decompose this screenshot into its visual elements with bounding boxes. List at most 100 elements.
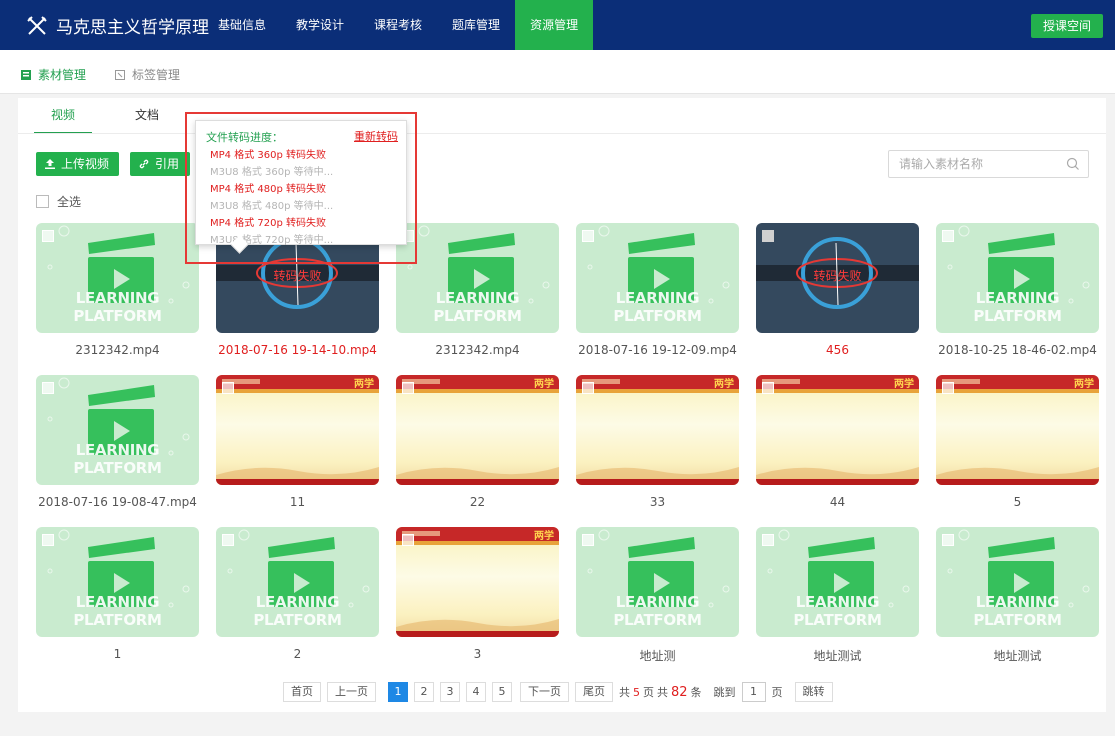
material-name[interactable]: 地址测试 [936, 647, 1099, 664]
material-name[interactable]: 1 [36, 647, 199, 661]
page-button[interactable]: 1 [388, 682, 408, 702]
material-thumbnail[interactable]: LEARNING PLATFORM [756, 527, 919, 637]
select-all[interactable]: 全选 [36, 193, 81, 210]
search-input[interactable] [889, 151, 1066, 177]
page-button[interactable]: 4 [466, 682, 486, 702]
material-thumbnail[interactable]: LEARNING PLATFORM [396, 223, 559, 333]
material-thumbnail[interactable]: 两学 [216, 375, 379, 485]
material-card[interactable]: LEARNING PLATFORM 2312342.mp4 [36, 223, 199, 357]
next-page-button[interactable]: 下一页 [520, 682, 569, 702]
card-checkbox[interactable] [762, 534, 774, 546]
material-thumbnail[interactable]: LEARNING PLATFORM [216, 527, 379, 637]
material-card[interactable]: LEARNING PLATFORM 2018-07-16 19-12-09.mp4 [576, 223, 739, 357]
material-name[interactable]: 2312342.mp4 [396, 343, 559, 357]
material-thumbnail[interactable]: 两学 [936, 375, 1099, 485]
retranscode-link[interactable]: 重新转码 [354, 128, 398, 144]
material-name[interactable]: 2 [216, 647, 379, 661]
reference-button[interactable]: 引用 [130, 152, 190, 176]
material-thumbnail[interactable]: LEARNING PLATFORM [936, 223, 1099, 333]
material-name[interactable]: 456 [756, 343, 919, 357]
card-checkbox[interactable] [762, 230, 774, 242]
material-name[interactable]: 33 [576, 495, 739, 509]
tab-document[interactable]: 文档 [118, 98, 176, 134]
material-thumbnail[interactable]: 两学 [396, 375, 559, 485]
tab-video[interactable]: 视频 [34, 98, 92, 134]
material-name[interactable]: 地址测 [576, 647, 739, 664]
material-name[interactable]: 5 [936, 495, 1099, 509]
material-name[interactable]: 2018-07-16 19-08-47.mp4 [36, 495, 199, 509]
jump-button[interactable]: 跳转 [794, 682, 833, 702]
card-checkbox[interactable] [582, 382, 594, 394]
material-name[interactable]: 2312342.mp4 [36, 343, 199, 357]
material-name[interactable]: 2018-10-25 18-46-02.mp4 [936, 343, 1099, 357]
first-page-button[interactable]: 首页 [283, 682, 321, 702]
material-name[interactable]: 3 [396, 647, 559, 661]
material-card[interactable]: 两学 11 [216, 375, 379, 509]
page-button[interactable]: 3 [440, 682, 460, 702]
material-card[interactable]: LEARNING PLATFORM 2312342.mp4 [396, 223, 559, 357]
material-card[interactable]: LEARNING PLATFORM 1 [36, 527, 199, 661]
page-button[interactable]: 2 [414, 682, 434, 702]
material-card[interactable]: 两学 3 [396, 527, 559, 661]
material-card[interactable]: 两学 44 [756, 375, 919, 509]
page-button[interactable]: 5 [492, 682, 512, 702]
prev-page-button[interactable]: 上一页 [327, 682, 376, 702]
teaching-space-button[interactable]: 授课空间 [1030, 14, 1103, 38]
card-checkbox[interactable] [402, 534, 414, 546]
card-checkbox[interactable] [942, 382, 954, 394]
material-thumbnail[interactable]: 两学 [576, 375, 739, 485]
material-card[interactable]: LEARNING PLATFORM 2018-07-16 19-08-47.mp4 [36, 375, 199, 509]
material-thumbnail[interactable]: LEARNING PLATFORM [36, 223, 199, 333]
search-icon[interactable] [1066, 157, 1080, 171]
total-items-value: 82 [671, 684, 688, 700]
card-checkbox[interactable] [42, 534, 54, 546]
transcode-status-line: MP4 格式 720p 转码失败 [210, 218, 326, 229]
card-checkbox[interactable] [942, 534, 954, 546]
material-card[interactable]: LEARNING PLATFORM 2018-10-25 18-46-02.mp4 [936, 223, 1099, 357]
card-checkbox[interactable] [582, 534, 594, 546]
card-checkbox[interactable] [582, 230, 594, 242]
material-card[interactable]: 转码失败 456 [756, 223, 919, 357]
material-name[interactable]: 44 [756, 495, 919, 509]
material-name[interactable]: 地址测试 [756, 647, 919, 664]
material-card[interactable]: 两学 22 [396, 375, 559, 509]
material-card[interactable]: 两学 33 [576, 375, 739, 509]
card-checkbox[interactable] [42, 230, 54, 242]
material-thumbnail[interactable]: 两学 [756, 375, 919, 485]
material-card[interactable]: LEARNING PLATFORM 地址测试 [936, 527, 1099, 664]
nav-course-assessment[interactable]: 课程考核 [359, 0, 437, 50]
last-page-button[interactable]: 尾页 [575, 682, 613, 702]
material-thumbnail[interactable]: LEARNING PLATFORM [576, 223, 739, 333]
material-thumbnail[interactable]: LEARNING PLATFORM [36, 527, 199, 637]
upload-video-button[interactable]: 上传视频 [36, 152, 120, 176]
material-thumbnail[interactable]: 两学 [396, 527, 559, 637]
card-checkbox[interactable] [42, 382, 54, 394]
material-card[interactable]: LEARNING PLATFORM 地址测 [576, 527, 739, 664]
material-name[interactable]: 22 [396, 495, 559, 509]
card-checkbox[interactable] [942, 230, 954, 242]
jump-page-input[interactable]: 1 [741, 682, 766, 702]
material-card[interactable]: LEARNING PLATFORM 地址测试 [756, 527, 919, 664]
card-checkbox[interactable] [402, 382, 414, 394]
nav-resource-management[interactable]: 资源管理 [515, 0, 594, 50]
nav-teaching-design[interactable]: 教学设计 [281, 0, 359, 50]
card-checkbox[interactable] [762, 382, 774, 394]
learning-platform-watermark: LEARNING PLATFORM [433, 289, 522, 325]
card-checkbox[interactable] [222, 534, 234, 546]
card-checkbox[interactable] [222, 382, 234, 394]
nav-basic-info[interactable]: 基础信息 [203, 0, 281, 50]
nav-question-bank[interactable]: 题库管理 [437, 0, 515, 50]
subtab-tags[interactable]: 标签管理 [114, 66, 180, 83]
select-all-checkbox[interactable] [36, 195, 49, 208]
material-name[interactable]: 2018-07-16 19-14-10.mp4 [216, 343, 379, 357]
app-brand[interactable]: 马克思主义哲学原理 [26, 13, 209, 38]
material-thumbnail[interactable]: LEARNING PLATFORM [576, 527, 739, 637]
material-thumbnail[interactable]: 转码失败 [756, 223, 919, 333]
subtab-materials[interactable]: 素材管理 [20, 66, 86, 83]
material-thumbnail[interactable]: LEARNING PLATFORM [36, 375, 199, 485]
material-card[interactable]: 两学 5 [936, 375, 1099, 509]
material-card[interactable]: LEARNING PLATFORM 2 [216, 527, 379, 661]
material-name[interactable]: 11 [216, 495, 379, 509]
material-name[interactable]: 2018-07-16 19-12-09.mp4 [576, 343, 739, 357]
material-thumbnail[interactable]: LEARNING PLATFORM [936, 527, 1099, 637]
